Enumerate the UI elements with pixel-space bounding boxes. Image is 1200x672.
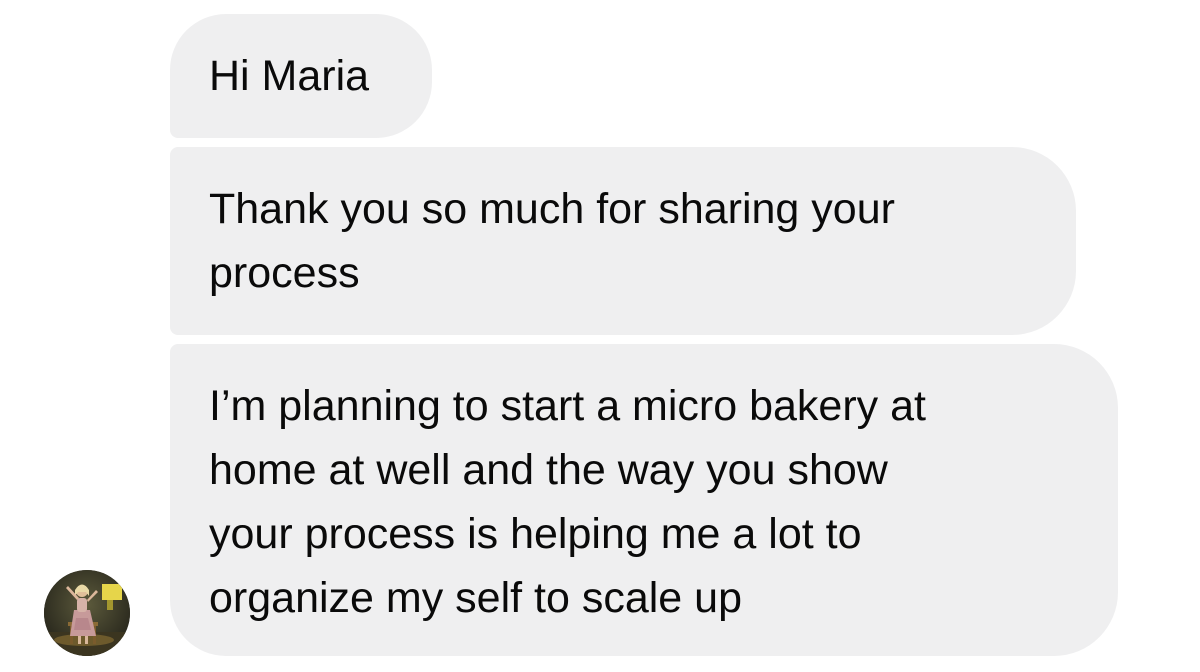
sender-avatar[interactable] <box>44 570 130 656</box>
message-bubble[interactable]: I’m planning to start a micro bakery at … <box>170 344 1118 656</box>
message-thread: Hi Maria Thank you so much for sharing y… <box>0 0 1200 672</box>
message-bubble[interactable]: Thank you so much for sharing your proce… <box>170 147 1076 335</box>
message-bubble[interactable]: Hi Maria <box>170 14 432 138</box>
profile-photo-avatar-icon <box>44 570 130 656</box>
